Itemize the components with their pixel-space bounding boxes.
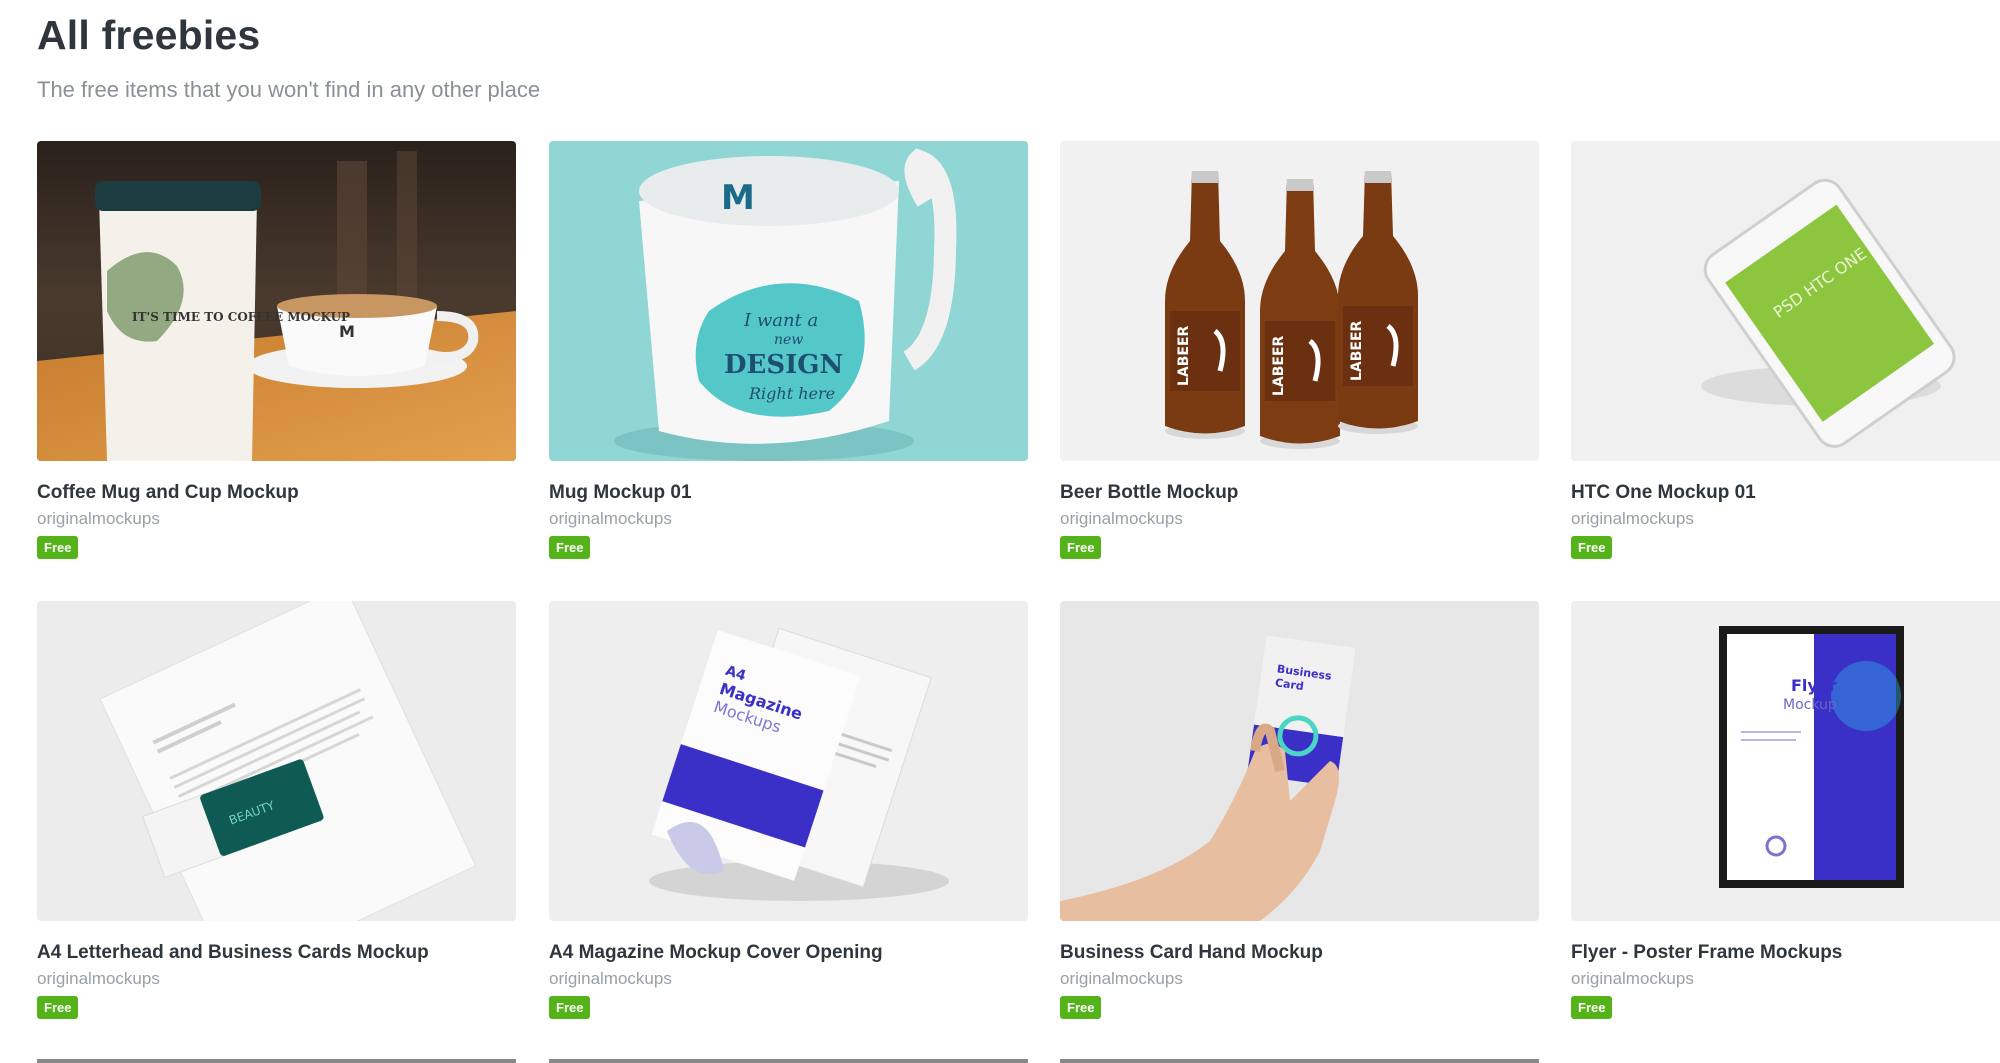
poster-frame-image[interactable]: Flyer Mockup xyxy=(1571,601,2000,921)
freebie-card[interactable]: LABEER LABEER LABEER Beer Bottle Mockup … xyxy=(1060,141,1539,559)
smartphone-image[interactable]: PSD HTC ONE xyxy=(1571,141,2000,461)
card-author[interactable]: originalmockups xyxy=(1060,968,1539,990)
freebie-card[interactable]: Flyer Mockup Flyer - Poster Frame Mockup… xyxy=(1571,601,2000,1019)
card-title[interactable]: Beer Bottle Mockup xyxy=(1060,481,1539,505)
design-text-4: Right here xyxy=(748,384,835,403)
card-title[interactable]: Business Card Hand Mockup xyxy=(1060,941,1539,965)
next-row-thumb-edge xyxy=(1060,1059,1539,1063)
free-badge: Free xyxy=(37,996,79,1019)
page-header: All freebies The free items that you won… xyxy=(37,10,540,104)
card-author[interactable]: originalmockups xyxy=(1571,968,2000,990)
poster-text-2: Mockup xyxy=(1783,697,1837,713)
coffee-cup-image[interactable]: M IT'S TIME TO COFFEE MOCKUP xyxy=(37,141,516,461)
free-badge: Free xyxy=(549,536,591,559)
freebie-card[interactable]: BEAUTY A4 Letterhead and Business Cards … xyxy=(37,601,516,1019)
design-text-1: I want a xyxy=(743,310,818,331)
mug-logo-text: M xyxy=(339,322,355,341)
card-title[interactable]: Coffee Mug and Cup Mockup xyxy=(37,481,516,505)
card-title[interactable]: Flyer - Poster Frame Mockups xyxy=(1571,941,2000,965)
card-title[interactable]: HTC One Mockup 01 xyxy=(1571,481,2000,505)
beer-bottles-image[interactable]: LABEER LABEER LABEER xyxy=(1060,141,1539,461)
magazine-image[interactable]: A4 Magazine Mockups xyxy=(549,601,1028,921)
card-author[interactable]: originalmockups xyxy=(1571,508,2000,530)
freebie-card[interactable]: Business Card Business Card Hand Mockup … xyxy=(1060,601,1539,1019)
hand-card-image[interactable]: Business Card xyxy=(1060,601,1539,921)
card-author[interactable]: originalmockups xyxy=(37,508,516,530)
card-author[interactable]: originalmockups xyxy=(37,968,516,990)
free-badge: Free xyxy=(549,996,591,1019)
card-author[interactable]: originalmockups xyxy=(549,508,1028,530)
freebie-card[interactable]: PSD HTC ONE HTC One Mockup 01 originalmo… xyxy=(1571,141,2000,559)
letterhead-image[interactable]: BEAUTY xyxy=(37,601,516,921)
design-text-3: DESIGN xyxy=(724,350,843,380)
card-author[interactable]: originalmockups xyxy=(549,968,1028,990)
card-title[interactable]: Mug Mockup 01 xyxy=(549,481,1028,505)
card-author[interactable]: originalmockups xyxy=(1060,508,1539,530)
mug-text: IT'S TIME TO COFFEE MOCKUP xyxy=(132,310,350,324)
freebie-card[interactable]: A4 Magazine Mockups A4 Magazine Mockup C… xyxy=(549,601,1028,1019)
free-badge: Free xyxy=(1571,996,1613,1019)
card-title[interactable]: A4 Magazine Mockup Cover Opening xyxy=(549,941,1028,965)
next-row-thumb-edge xyxy=(549,1059,1028,1063)
card-title[interactable]: A4 Letterhead and Business Cards Mockup xyxy=(37,941,516,965)
page-title: All freebies xyxy=(37,12,261,58)
page-subtitle: The free items that you won't find in an… xyxy=(37,77,541,102)
free-badge: Free xyxy=(37,536,79,559)
bottle-label: LABEER xyxy=(1176,325,1192,386)
design-text-2: new xyxy=(774,332,803,348)
freebie-card[interactable]: M I want a new DESIGN Right here Mug Moc… xyxy=(549,141,1028,559)
free-badge: Free xyxy=(1060,996,1102,1019)
poster-text-1: Flyer xyxy=(1791,676,1837,695)
mug-logo-text: M xyxy=(721,178,755,218)
free-badge: Free xyxy=(1571,536,1613,559)
mug-image[interactable]: M I want a new DESIGN Right here xyxy=(549,141,1028,461)
free-badge: Free xyxy=(1060,536,1102,559)
next-row-thumb-edge xyxy=(37,1059,516,1063)
freebie-card[interactable]: M IT'S TIME TO COFFEE MOCKUP Coffee Mug … xyxy=(37,141,516,559)
bottle-label: LABEER xyxy=(1349,320,1365,381)
bottle-label: LABEER xyxy=(1271,335,1287,396)
